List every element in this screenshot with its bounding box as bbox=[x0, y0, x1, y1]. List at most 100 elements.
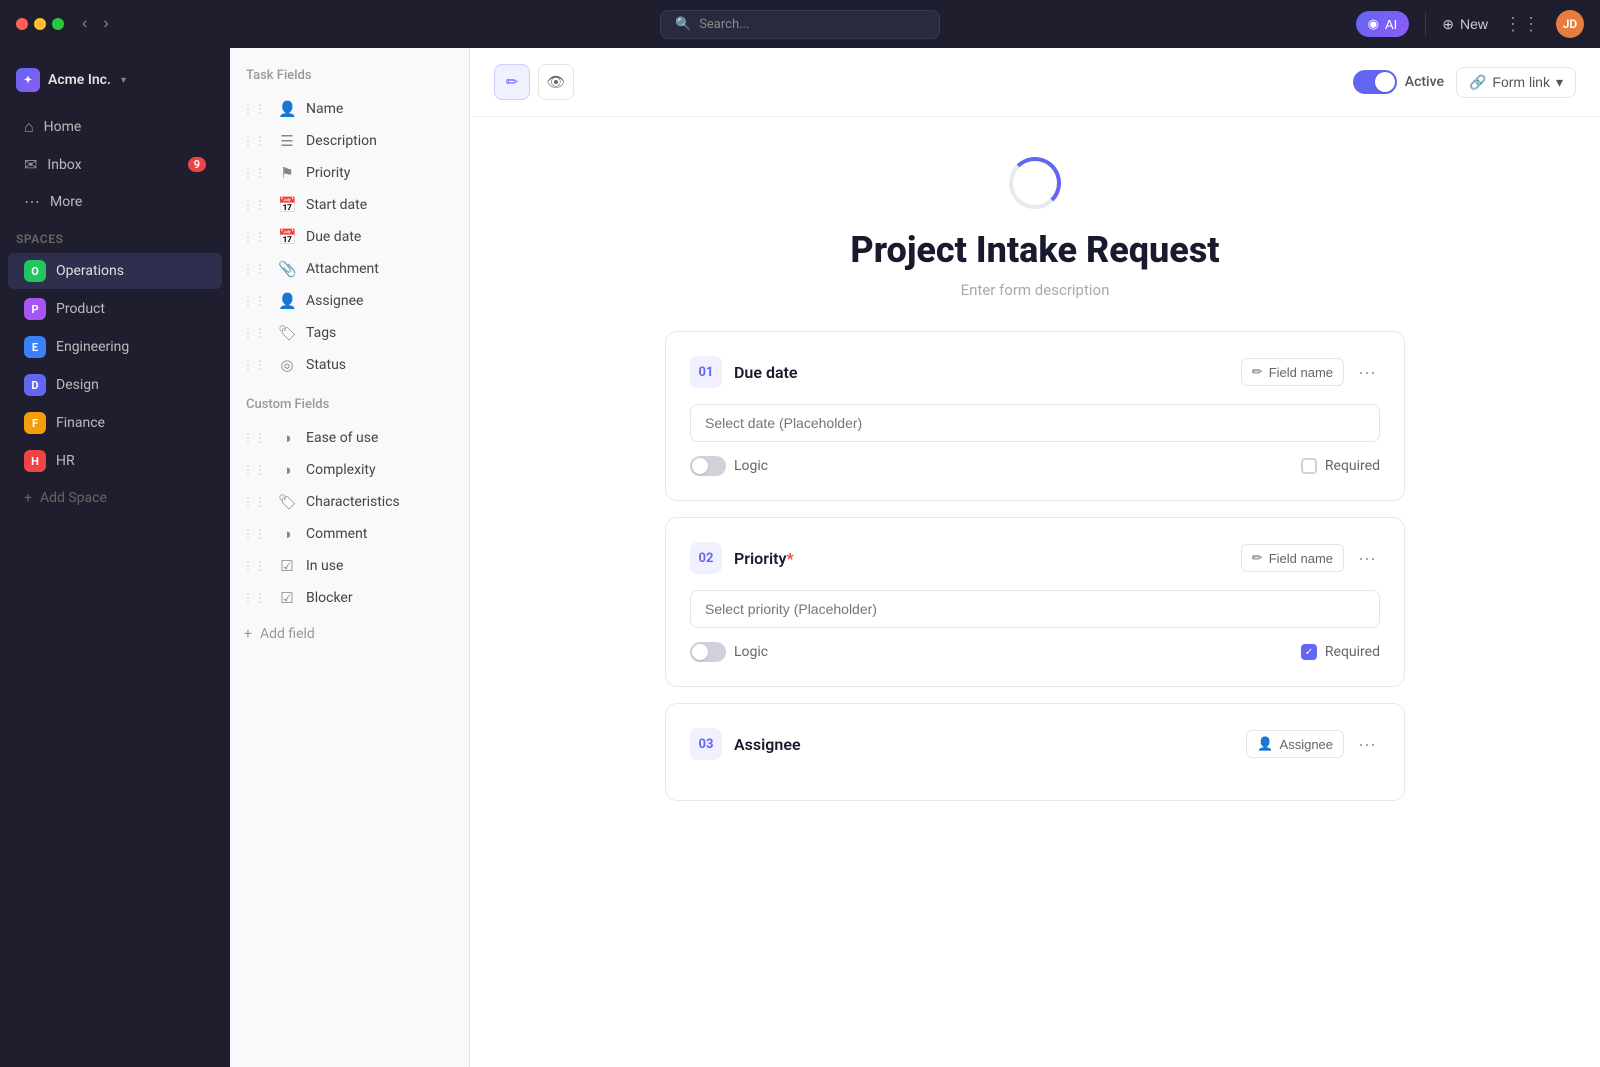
priority-input[interactable] bbox=[690, 590, 1380, 628]
field-name-priority: Priority* bbox=[734, 549, 794, 568]
toggle-knob bbox=[1375, 72, 1395, 92]
date-input[interactable] bbox=[690, 404, 1380, 442]
sidebar-item-design[interactable]: D Design bbox=[8, 367, 222, 403]
inbox-badge: 9 bbox=[188, 157, 206, 172]
drag-handle-icon: ⋮⋮ bbox=[242, 230, 266, 244]
tag-icon: 🏷 bbox=[278, 324, 296, 342]
sidebar-item-home[interactable]: ⌂ Home bbox=[8, 109, 222, 145]
field-item-status[interactable]: ⋮⋮ ◎ Status bbox=[230, 349, 469, 381]
drag-handle-icon: ⋮⋮ bbox=[242, 559, 266, 573]
forward-button[interactable]: › bbox=[97, 13, 114, 35]
add-field-button[interactable]: + Add field bbox=[230, 618, 469, 650]
field-name-button[interactable]: ✏ Field name bbox=[1241, 544, 1344, 572]
sidebar-item-finance[interactable]: F Finance bbox=[8, 405, 222, 441]
workspace-name: Acme Inc. bbox=[48, 72, 111, 88]
field-item-characteristics[interactable]: ⋮⋮ 🏷 Characteristics bbox=[230, 486, 469, 518]
field-item-in-use[interactable]: ⋮⋮ ☑ In use bbox=[230, 550, 469, 582]
check-icon: ☑ bbox=[278, 557, 296, 575]
fullscreen-button[interactable] bbox=[52, 18, 64, 30]
field-name-btn-label: Field name bbox=[1269, 365, 1333, 380]
space-icon-finance: F bbox=[24, 412, 46, 434]
paperclip-icon: 📎 bbox=[278, 260, 296, 278]
field-item-description[interactable]: ⋮⋮ ☰ Description bbox=[230, 125, 469, 157]
comment-icon: ◑ bbox=[278, 525, 296, 543]
required-asterisk: * bbox=[786, 549, 793, 568]
calendar-icon: 📅 bbox=[278, 196, 296, 214]
add-space-label: Add Space bbox=[40, 490, 107, 506]
required-checkbox[interactable]: ✓ bbox=[1301, 644, 1317, 660]
toggle-sm-knob bbox=[692, 458, 708, 474]
ai-button[interactable]: ◉ AI bbox=[1356, 11, 1410, 37]
edit-mode-button[interactable]: ✏ bbox=[494, 64, 530, 100]
field-item-comment[interactable]: ⋮⋮ ◑ Comment bbox=[230, 518, 469, 550]
new-button[interactable]: ⊕ New bbox=[1442, 16, 1488, 33]
workspace-selector[interactable]: ✦ Acme Inc. ▾ bbox=[0, 60, 230, 108]
edit-icon: ✏ bbox=[1252, 364, 1263, 380]
space-icon-design: D bbox=[24, 374, 46, 396]
avatar[interactable]: JD bbox=[1556, 10, 1584, 38]
plus-icon: + bbox=[244, 626, 252, 642]
field-item-start-date[interactable]: ⋮⋮ 📅 Start date bbox=[230, 189, 469, 221]
main-layout: ✦ Acme Inc. ▾ ⌂ Home ✉ Inbox 9 ⋯ More Sp… bbox=[0, 48, 1600, 1067]
more-options-button[interactable]: ··· bbox=[1354, 358, 1380, 387]
field-footer: Logic ✓ Required bbox=[690, 642, 1380, 662]
field-item-ease-of-use[interactable]: ⋮⋮ ◑ Ease of use bbox=[230, 422, 469, 454]
logic-toggle[interactable] bbox=[690, 642, 726, 662]
logic-toggle[interactable] bbox=[690, 456, 726, 476]
grid-icon[interactable]: ⋮⋮ bbox=[1504, 14, 1540, 35]
active-label: Active bbox=[1405, 74, 1444, 90]
field-name-assignee: Assignee bbox=[734, 735, 801, 754]
field-item-attachment[interactable]: ⋮⋮ 📎 Attachment bbox=[230, 253, 469, 285]
field-item-due-date[interactable]: ⋮⋮ 📅 Due date bbox=[230, 221, 469, 253]
active-toggle[interactable] bbox=[1353, 70, 1397, 94]
field-item-blocker[interactable]: ⋮⋮ ☑ Blocker bbox=[230, 582, 469, 614]
field-label: Comment bbox=[306, 526, 367, 542]
link-icon: 🔗 bbox=[1469, 74, 1486, 91]
more-options-button[interactable]: ··· bbox=[1354, 544, 1380, 573]
chevron-down-icon: ▾ bbox=[121, 75, 126, 86]
circle-icon: ◎ bbox=[278, 356, 296, 374]
space-label-engineering: Engineering bbox=[56, 339, 129, 355]
toolbar-right: Active 🔗 Form link ▾ bbox=[1353, 67, 1576, 98]
field-item-name[interactable]: ⋮⋮ 👤 Name bbox=[230, 93, 469, 125]
field-name-button[interactable]: ✏ Field name bbox=[1241, 358, 1344, 386]
required-label: Required bbox=[1325, 458, 1380, 474]
sidebar-item-label: Inbox bbox=[47, 157, 81, 173]
sidebar-item-more[interactable]: ⋯ More bbox=[8, 184, 222, 219]
preview-mode-button[interactable]: 👁 bbox=[538, 64, 574, 100]
search-bar[interactable]: 🔍 Search... bbox=[660, 10, 940, 39]
drag-handle-icon: ⋮⋮ bbox=[242, 198, 266, 212]
field-card-header: 02 Priority* ✏ Field name ··· bbox=[690, 542, 1380, 574]
add-space-button[interactable]: + Add Space bbox=[8, 482, 222, 514]
tag-icon: 🏷 bbox=[278, 493, 296, 511]
field-item-tags[interactable]: ⋮⋮ 🏷 Tags bbox=[230, 317, 469, 349]
required-checkbox[interactable] bbox=[1301, 458, 1317, 474]
chevron-down-icon: ▾ bbox=[1556, 74, 1563, 91]
form-link-button[interactable]: 🔗 Form link ▾ bbox=[1456, 67, 1576, 98]
sidebar-item-inbox[interactable]: ✉ Inbox 9 bbox=[8, 147, 222, 182]
field-number: 01 bbox=[690, 356, 722, 388]
field-label: In use bbox=[306, 558, 343, 574]
field-footer: Logic Required bbox=[690, 456, 1380, 476]
drag-handle-icon: ⋮⋮ bbox=[242, 431, 266, 445]
field-name-button[interactable]: 👤 Assignee bbox=[1246, 730, 1344, 758]
sidebar-item-hr[interactable]: H HR bbox=[8, 443, 222, 479]
field-item-priority[interactable]: ⋮⋮ ⚑ Priority bbox=[230, 157, 469, 189]
more-options-button[interactable]: ··· bbox=[1354, 730, 1380, 759]
sidebar-item-operations[interactable]: O Operations bbox=[8, 253, 222, 289]
field-item-assignee[interactable]: ⋮⋮ 👤 Assignee bbox=[230, 285, 469, 317]
field-card-left: 03 Assignee bbox=[690, 728, 801, 760]
field-card-left: 02 Priority* bbox=[690, 542, 794, 574]
field-card-due-date: 01 Due date ✏ Field name ··· bbox=[665, 331, 1405, 501]
space-icon-operations: O bbox=[24, 260, 46, 282]
close-button[interactable] bbox=[16, 18, 28, 30]
back-button[interactable]: ‹ bbox=[76, 13, 93, 35]
minimize-button[interactable] bbox=[34, 18, 46, 30]
sidebar-item-engineering[interactable]: E Engineering bbox=[8, 329, 222, 365]
sidebar-item-product[interactable]: P Product bbox=[8, 291, 222, 327]
field-item-complexity[interactable]: ⋮⋮ ◑ Complexity bbox=[230, 454, 469, 486]
form-link-label: Form link bbox=[1492, 74, 1550, 90]
task-fields-title: Task Fields bbox=[230, 68, 469, 93]
form-toolbar: ✏ 👁 Active 🔗 Form link ▾ bbox=[470, 48, 1600, 117]
field-label: Start date bbox=[306, 197, 367, 213]
